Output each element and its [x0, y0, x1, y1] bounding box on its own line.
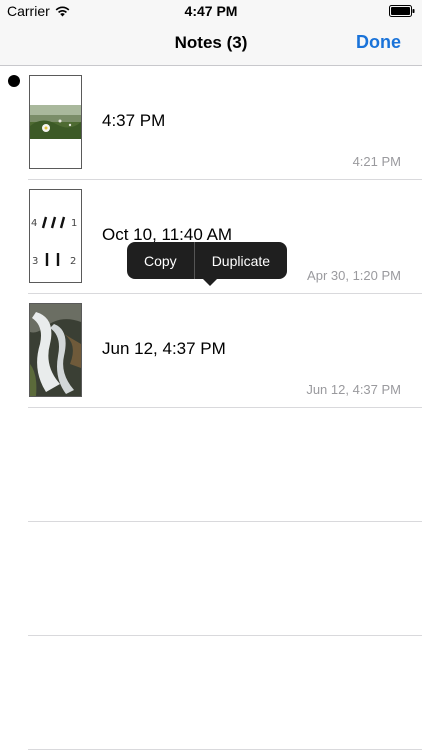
- selected-dot-icon: [8, 75, 20, 87]
- copy-menu-item[interactable]: Copy: [127, 242, 194, 279]
- empty-row: [0, 636, 422, 750]
- note-row[interactable]: Jun 12, 4:37 PM Jun 12, 4:37 PM: [0, 294, 422, 408]
- note-date: Apr 30, 1:20 PM: [307, 268, 401, 283]
- flower-photo-icon: [30, 105, 81, 139]
- tally-label: 2: [70, 256, 76, 267]
- status-time: 4:47 PM: [184, 3, 238, 19]
- note-thumbnail: [29, 303, 82, 397]
- done-button[interactable]: Done: [356, 32, 401, 53]
- note-date: Jun 12, 4:37 PM: [306, 382, 401, 397]
- note-title: 4:37 PM: [102, 111, 166, 130]
- status-bar: Carrier 4:47 PM: [0, 0, 422, 22]
- tally-label: 4: [31, 218, 37, 229]
- navigation-bar: Notes (3) Done: [0, 22, 422, 66]
- tally-label: 3: [32, 256, 38, 267]
- empty-row: [0, 522, 422, 636]
- note-title: Jun 12, 4:37 PM: [102, 339, 226, 358]
- note-thumbnail: [29, 75, 82, 169]
- handwritten-tally-icon: 4 1 3 2: [31, 216, 77, 267]
- note-date: 4:21 PM: [352, 154, 401, 169]
- note-row[interactable]: 4:37 PM 4:21 PM: [0, 66, 422, 180]
- waterfall-photo-icon: [30, 304, 81, 396]
- empty-row: [0, 408, 422, 522]
- context-menu: Copy Duplicate: [127, 242, 288, 279]
- menu-arrow-icon: [202, 278, 218, 286]
- note-thumbnail: 4 1 3 2: [29, 189, 82, 283]
- duplicate-menu-item[interactable]: Duplicate: [195, 242, 287, 279]
- battery-icon: [389, 5, 415, 17]
- tally-label: 1: [71, 218, 77, 229]
